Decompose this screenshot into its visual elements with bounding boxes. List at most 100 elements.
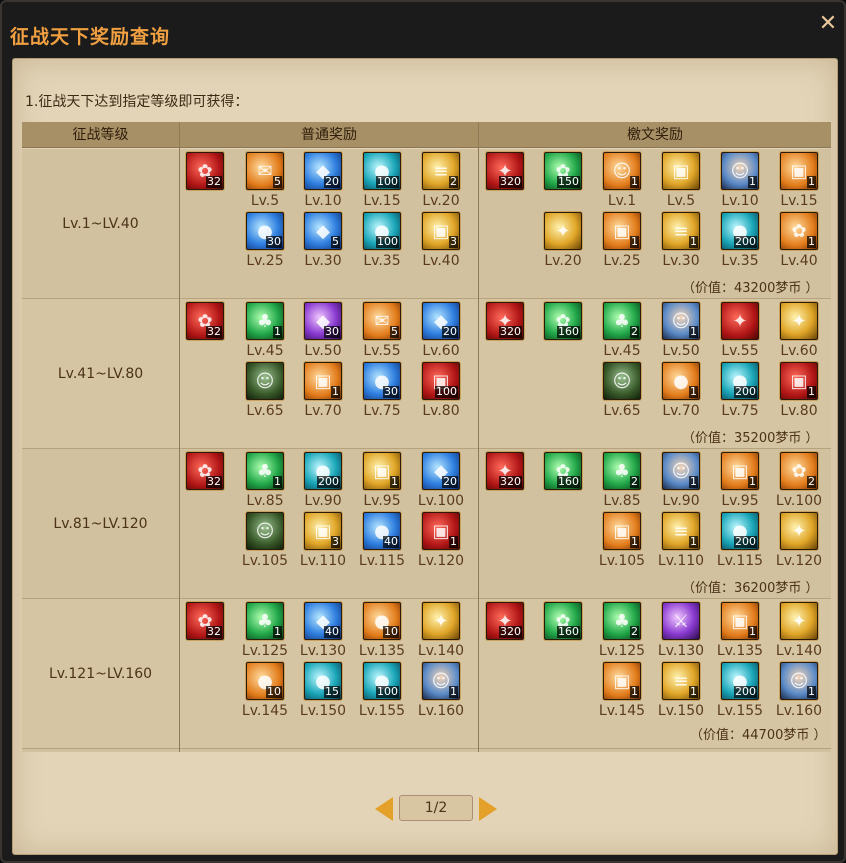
red-chest-icon[interactable]: ▣ 1 (780, 362, 818, 400)
blue-orb-icon[interactable]: ● 30 (363, 362, 401, 400)
red-badge-icon[interactable]: ✦ 320 (486, 152, 524, 190)
teal-orb-icon[interactable]: ● 200 (721, 212, 759, 250)
red-pouch-icon[interactable]: ✿ 32 (186, 452, 224, 490)
hero-portrait-icon[interactable]: ☺ 1 (662, 302, 700, 340)
item-count: 1 (689, 385, 698, 398)
red-badge-icon[interactable]: ✦ 320 (486, 302, 524, 340)
teal-orb-icon[interactable]: ● 200 (721, 512, 759, 550)
gold-emblem-icon[interactable]: ✦ (780, 512, 818, 550)
blue-orb-icon[interactable]: ● 40 (363, 512, 401, 550)
content-panel: 1.征战天下达到指定等级即可获得： 征战等级 普通奖励 檄文奖励 Lv.1~LV… (12, 58, 838, 855)
green-gem-icon[interactable]: ✿ 160 (544, 302, 582, 340)
teal-orb-icon[interactable]: ● 100 (363, 212, 401, 250)
green-gem-icon[interactable]: ✿ 160 (544, 602, 582, 640)
gold-emblem-icon[interactable]: ✦ (422, 602, 460, 640)
clover-icon[interactable]: ♣ 1 (246, 302, 284, 340)
book-icon[interactable]: ≡ 1 (662, 512, 700, 550)
gold-emblem-icon[interactable]: ✦ (544, 212, 582, 250)
teal-orb-icon[interactable]: ● 100 (363, 662, 401, 700)
close-icon[interactable]: ✕ (814, 10, 842, 38)
hero-portrait-icon[interactable]: ☺ 1 (721, 152, 759, 190)
unlock-level: Lv.35 (363, 253, 401, 269)
red-emblem-icon[interactable]: ✦ (721, 302, 759, 340)
table-row: Lv.81~LV.120 ✿ 32 ♣ 1 Lv.85 ● 200 Lv.90 ▣ 1 Lv.95 ◆ 2… (22, 449, 831, 599)
character-icon[interactable]: ☺ (603, 362, 641, 400)
character-icon[interactable]: ☺ (246, 512, 284, 550)
ice-crystal-icon[interactable]: ◆ 5 (304, 212, 342, 250)
blue-crystal-icon[interactable]: ◆ 20 (422, 452, 460, 490)
unlock-level: Lv.75 (721, 403, 759, 419)
gold-box-icon[interactable]: ▣ 3 (422, 212, 460, 250)
treasure-chest-icon[interactable]: ▣ 1 (721, 452, 759, 490)
treasure-chest-icon[interactable]: ▣ 1 (603, 662, 641, 700)
unlock-level: Lv.90 (304, 493, 342, 509)
treasure-chest-icon[interactable]: ▣ 1 (304, 362, 342, 400)
scroll-icon[interactable]: ✉ 5 (363, 302, 401, 340)
red-badge-icon[interactable]: ✦ 320 (486, 452, 524, 490)
green-orb-icon[interactable]: ● 15 (304, 662, 342, 700)
clover-icon[interactable]: ♣ 2 (603, 602, 641, 640)
clover-icon[interactable]: ♣ 1 (246, 452, 284, 490)
prev-arrow-icon[interactable] (375, 797, 393, 821)
hero-portrait-icon[interactable]: ☺ 1 (780, 662, 818, 700)
red-chest-icon[interactable]: ▣ 1 (422, 512, 460, 550)
item-count: 320 (499, 175, 522, 188)
gift-bag-icon[interactable]: ✿ 2 (780, 452, 818, 490)
teal-orb-icon[interactable]: ● 100 (363, 152, 401, 190)
clover-icon[interactable]: ♣ 2 (603, 452, 641, 490)
blue-orb-icon[interactable]: ● 30 (246, 212, 284, 250)
book-icon[interactable]: ≡ 1 (662, 662, 700, 700)
next-arrow-icon[interactable] (479, 797, 497, 821)
fire-orb-icon[interactable]: ● 10 (246, 662, 284, 700)
green-gem-icon[interactable]: ✿ 150 (544, 152, 582, 190)
item-count: 20 (442, 475, 458, 488)
unlock-level: Lv.30 (662, 253, 700, 269)
item-count: 1 (689, 475, 698, 488)
red-pouch-icon[interactable]: ✿ 32 (186, 302, 224, 340)
item-count: 1 (630, 235, 639, 248)
book-icon[interactable]: ≡ 1 (662, 212, 700, 250)
blue-crystal-icon[interactable]: ◆ 20 (304, 152, 342, 190)
item-count: 1 (630, 685, 639, 698)
blue-crystal-icon[interactable]: ◆ 40 (304, 602, 342, 640)
unlock-level: Lv.120 (775, 553, 823, 569)
sword-icon[interactable]: ⚔ (662, 602, 700, 640)
gold-emblem-icon[interactable]: ✦ (780, 302, 818, 340)
teal-orb-icon[interactable]: ● 200 (721, 362, 759, 400)
unlock-level: Lv.135 (358, 643, 406, 659)
gold-box-icon[interactable]: ▣ 3 (304, 512, 342, 550)
treasure-chest-icon[interactable]: ▣ 1 (603, 512, 641, 550)
red-pouch-icon[interactable]: ✿ 32 (186, 152, 224, 190)
scroll-icon[interactable]: ✉ 5 (246, 152, 284, 190)
armor-icon[interactable]: ☺ 1 (603, 152, 641, 190)
treasure-chest-icon[interactable]: ▣ 1 (780, 152, 818, 190)
clover-icon[interactable]: ♣ 1 (246, 602, 284, 640)
clover-icon[interactable]: ♣ 2 (603, 302, 641, 340)
red-chest-icon[interactable]: ▣ 100 (422, 362, 460, 400)
item-count: 5 (273, 175, 282, 188)
item-count: 320 (499, 325, 522, 338)
gift-box-icon[interactable]: ▣ (662, 152, 700, 190)
teal-orb-icon[interactable]: ● 200 (304, 452, 342, 490)
hero-portrait-icon[interactable]: ☺ 1 (662, 452, 700, 490)
treasure-chest-icon[interactable]: ▣ 1 (603, 212, 641, 250)
red-badge-icon[interactable]: ✦ 320 (486, 602, 524, 640)
warrior-portrait-icon[interactable]: ☺ 1 (422, 662, 460, 700)
egg-icon[interactable]: ● 1 (662, 362, 700, 400)
red-pouch-icon[interactable]: ✿ 32 (186, 602, 224, 640)
purple-crystal-icon[interactable]: ◆ 30 (304, 302, 342, 340)
unlock-level: Lv.105 (241, 553, 289, 569)
item-count: 200 (734, 535, 757, 548)
unlock-level: Lv.45 (603, 343, 641, 359)
green-gem-icon[interactable]: ✿ 160 (544, 452, 582, 490)
treasure-chest-icon[interactable]: ▣ 1 (721, 602, 759, 640)
gold-box-icon[interactable]: ▣ 1 (363, 452, 401, 490)
gold-pouch-icon[interactable]: ✿ 1 (780, 212, 818, 250)
gold-emblem-icon[interactable]: ✦ (780, 602, 818, 640)
book-icon[interactable]: ≡ 2 (422, 152, 460, 190)
character-icon[interactable]: ☺ (246, 362, 284, 400)
blue-crystal-icon[interactable]: ◆ 20 (422, 302, 460, 340)
fire-orb-icon[interactable]: ● 10 (363, 602, 401, 640)
teal-orb-icon[interactable]: ● 200 (721, 662, 759, 700)
item-glyph: ✦ (791, 310, 807, 332)
